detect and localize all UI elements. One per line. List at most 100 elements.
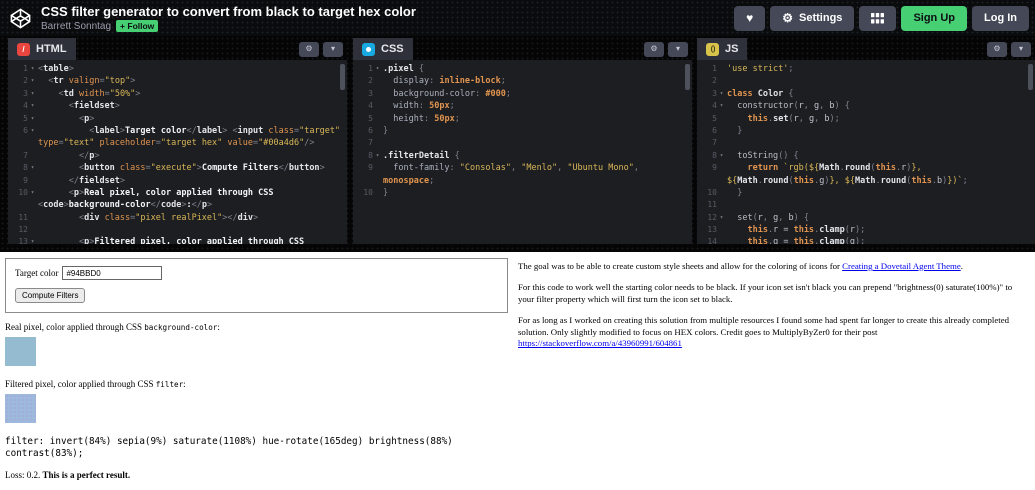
code-line: 12▾ set(r, g, b) {	[697, 212, 1035, 224]
gear-icon: ⚙	[782, 12, 793, 24]
result-link[interactable]: https://stackoverflow.com/a/43960991/604…	[518, 338, 682, 348]
html-tab[interactable]: / HTML	[8, 38, 76, 60]
result-paragraph: The goal was to be able to create custom…	[518, 261, 1026, 273]
code-line: 10}	[353, 187, 692, 199]
code-line: 8▾ <button class="execute">Compute Filte…	[8, 162, 347, 174]
html-collapse-button[interactable]: ▾	[323, 42, 343, 57]
code-line: 5 this.set(r, g, b);	[697, 113, 1035, 125]
js-icon: ( )	[706, 43, 719, 56]
css-editor-panel: CSS ⚙ ▾ 1▾.pixel {2 display: inline-bloc…	[353, 38, 692, 244]
result-paragraph: For as long as I worked on creating this…	[518, 315, 1026, 351]
html-editor-panel: / HTML ⚙ ▾ 1▾<table>2▾ <tr valign="top">…	[8, 38, 347, 244]
css-tab-label: CSS	[381, 43, 404, 55]
js-code-editor[interactable]: 1'use strict';23▾class Color {4▾ constru…	[697, 60, 1035, 244]
real-pixel-swatch	[5, 337, 36, 366]
target-color-label: Target color	[15, 268, 58, 278]
js-panel-header: ( ) JS ⚙ ▾	[697, 38, 1035, 60]
settings-label: Settings	[799, 12, 842, 24]
code-line: type="text" placeholder="target hex" val…	[8, 137, 347, 149]
code-line: 9 </fieldset>	[8, 175, 347, 187]
loss-line: Loss: 0.2. This is a perfect result.	[5, 470, 511, 480]
login-button[interactable]: Log In	[972, 6, 1029, 31]
js-editor-panel: ( ) JS ⚙ ▾ 1'use strict';23▾class Color …	[697, 38, 1035, 244]
code-line: 13▾ <p>Filtered pixel, color applied thr…	[8, 236, 347, 244]
code-line: 1▾<table>	[8, 63, 347, 75]
css-settings-button[interactable]: ⚙	[644, 42, 664, 57]
compute-filters-button[interactable]: Compute Filters	[15, 288, 85, 303]
result-pane: Target color Compute Filters Real pixel,…	[0, 252, 1035, 490]
code-line: monospace;	[353, 175, 692, 187]
code-line: 3▾class Color {	[697, 88, 1035, 100]
code-line: 3 background-color: #000;	[353, 88, 692, 100]
code-line: 6}	[353, 125, 692, 137]
real-pixel-caption: Real pixel, color applied through CSS ba…	[5, 322, 511, 332]
change-view-button[interactable]	[859, 6, 896, 31]
code-line: 1'use strict';	[697, 63, 1035, 75]
html-code-editor[interactable]: 1▾<table>2▾ <tr valign="top">3▾ <td widt…	[8, 60, 347, 244]
html-icon: /	[17, 43, 30, 56]
gear-icon: ⚙	[993, 45, 1000, 53]
chevron-down-icon: ▾	[676, 45, 680, 53]
layout-grid-icon	[871, 13, 884, 24]
js-tab[interactable]: ( ) JS	[697, 38, 747, 60]
code-line: 7	[353, 137, 692, 149]
login-label: Log In	[984, 12, 1017, 24]
code-line: 1▾.pixel {	[353, 63, 692, 75]
css-icon	[362, 43, 375, 56]
code-line: 13 this.r = this.clamp(r);	[697, 224, 1035, 236]
code-line: 12	[8, 224, 347, 236]
result-paragraph: For this code to work well the starting …	[518, 282, 1026, 306]
code-line: 14 this.g = this.clamp(g);	[697, 236, 1035, 244]
filtered-pixel-caption: Filtered pixel, color applied through CS…	[5, 379, 511, 389]
js-tab-label: JS	[725, 43, 738, 55]
pen-title: CSS filter generator to convert from bla…	[41, 4, 416, 19]
code-line: 2 display: inline-block;	[353, 75, 692, 87]
author-name: Barrett Sonntag	[41, 21, 111, 32]
code-line: 9 font-family: "Consolas", "Menlo", "Ubu…	[353, 162, 692, 174]
js-scrollbar[interactable]	[1028, 64, 1033, 90]
inline-code: filter	[156, 380, 183, 389]
code-line: 8▾.filterDetail {	[353, 150, 692, 162]
heart-icon: ♥	[746, 12, 753, 24]
target-color-input[interactable]	[62, 266, 162, 280]
code-line: 4▾ <fieldset>	[8, 100, 347, 112]
like-button[interactable]: ♥	[734, 6, 765, 31]
code-line: 10 }	[697, 187, 1035, 199]
code-line: 2	[697, 75, 1035, 87]
css-tab[interactable]: CSS	[353, 38, 413, 60]
code-line: <code>background-color</code>:</p>	[8, 199, 347, 211]
js-collapse-button[interactable]: ▾	[1011, 42, 1031, 57]
css-scrollbar[interactable]	[685, 64, 690, 90]
html-settings-button[interactable]: ⚙	[299, 42, 319, 57]
chevron-down-icon: ▾	[331, 45, 335, 53]
html-panel-header: / HTML ⚙ ▾	[8, 38, 347, 60]
css-code-editor[interactable]: 1▾.pixel {2 display: inline-block;3 back…	[353, 60, 692, 244]
css-collapse-button[interactable]: ▾	[668, 42, 688, 57]
code-line: 6 }	[697, 125, 1035, 137]
code-line: 4 width: 50px;	[353, 100, 692, 112]
follow-button[interactable]: + Follow	[116, 20, 158, 32]
chevron-down-icon: ▾	[1019, 45, 1023, 53]
code-line: 3▾ <td width="50%">	[8, 88, 347, 100]
code-line: 7 </p>	[8, 150, 347, 162]
byline: Barrett Sonntag + Follow	[41, 20, 416, 32]
html-tab-label: HTML	[36, 43, 67, 55]
css-panel-header: CSS ⚙ ▾	[353, 38, 692, 60]
result-left-column: Target color Compute Filters Real pixel,…	[5, 258, 511, 480]
result-right-column: The goal was to be able to create custom…	[518, 261, 1026, 359]
code-line: 11 <div class="pixel realPixel"></div>	[8, 212, 347, 224]
editor-row: / HTML ⚙ ▾ 1▾<table>2▾ <tr valign="top">…	[0, 36, 1035, 252]
code-line: 5▾ <p>	[8, 113, 347, 125]
html-scrollbar[interactable]	[340, 64, 345, 90]
top-header: CSS filter generator to convert from bla…	[0, 0, 1035, 36]
gear-icon: ⚙	[650, 45, 657, 53]
js-settings-button[interactable]: ⚙	[987, 42, 1007, 57]
settings-button[interactable]: ⚙ Settings	[770, 6, 854, 31]
signup-button[interactable]: Sign Up	[901, 6, 967, 31]
codepen-logo-icon[interactable]	[9, 7, 32, 30]
filter-rule-output: filter: invert(84%) sepia(9%) saturate(1…	[5, 436, 475, 459]
target-color-fieldset: Target color Compute Filters	[5, 258, 508, 313]
code-line: 9 return `rgb(${Math.round(this.r)},	[697, 162, 1035, 174]
result-link[interactable]: Creating a Dovetail Agent Theme	[842, 261, 961, 271]
code-line: 6▾ <label>Target color</label> <input cl…	[8, 125, 347, 137]
